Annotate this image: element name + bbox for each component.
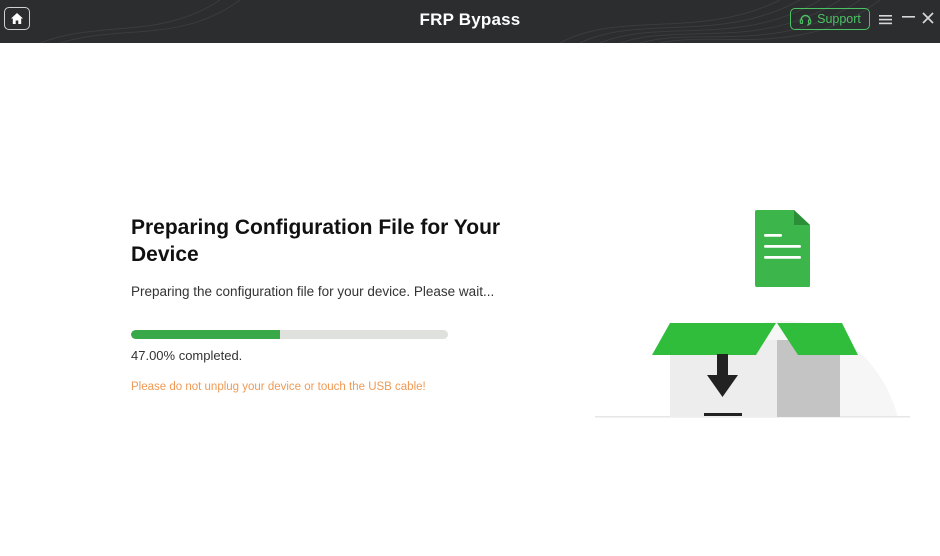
box-icon xyxy=(652,323,858,417)
title-bar: FRP Bypass Support xyxy=(0,0,940,43)
progress-bar-fill xyxy=(131,330,280,339)
status-description: Preparing the configuration file for you… xyxy=(131,284,495,299)
minimize-button[interactable] xyxy=(900,8,916,24)
document-icon xyxy=(755,210,810,287)
box-download-illustration xyxy=(595,210,910,418)
page-title: Preparing Configuration File for Your De… xyxy=(131,216,501,266)
close-icon xyxy=(922,12,934,24)
support-label: Support xyxy=(817,12,861,26)
menu-icon xyxy=(878,14,892,24)
close-button[interactable] xyxy=(920,10,936,26)
headset-icon xyxy=(799,14,812,26)
minimize-icon xyxy=(901,15,915,18)
progress-bar xyxy=(131,330,448,339)
support-button[interactable]: Support xyxy=(790,8,870,30)
progress-label: 47.00% completed. xyxy=(131,348,243,363)
warning-message: Please do not unplug your device or touc… xyxy=(131,381,426,393)
menu-button[interactable] xyxy=(877,11,893,27)
